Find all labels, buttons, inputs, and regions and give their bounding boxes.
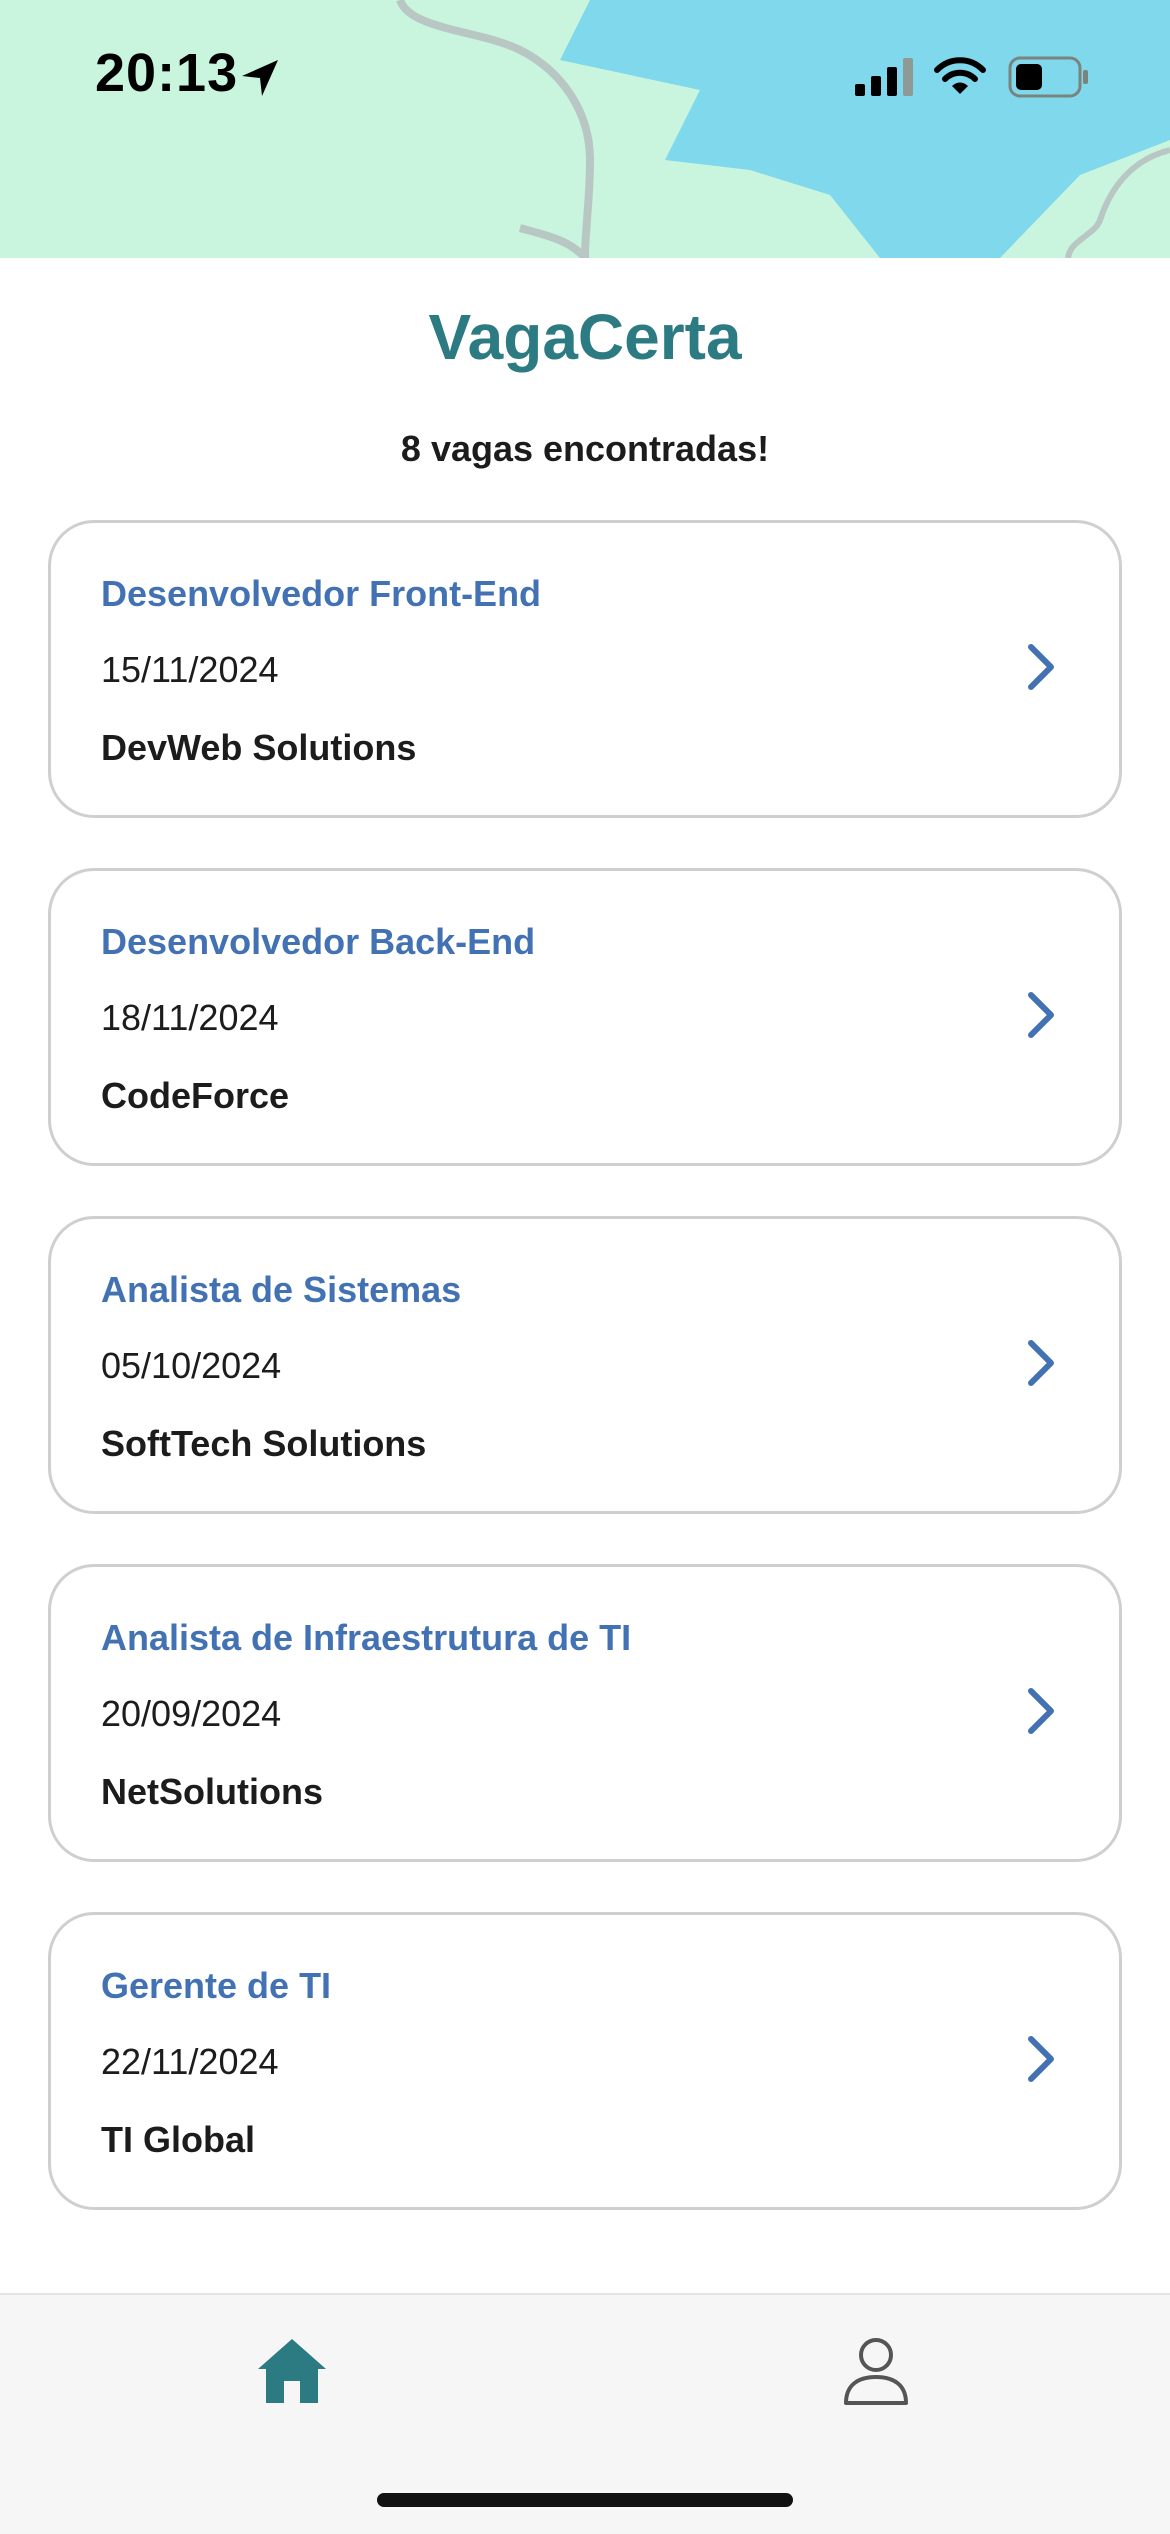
status-time: 20:13 xyxy=(95,43,239,103)
tab-bar xyxy=(0,2293,1170,2534)
job-title: Desenvolvedor Back-End xyxy=(101,921,536,962)
home-icon[interactable] xyxy=(256,2335,328,2407)
job-date: 20/09/2024 xyxy=(101,1693,282,1734)
job-list: Desenvolvedor Front-End 15/11/2024 DevWe… xyxy=(48,520,1122,2260)
job-company: NetSolutions xyxy=(101,1771,323,1812)
results-count: 8 vagas encontradas! xyxy=(400,428,770,469)
status-bar: 20:13 xyxy=(0,0,1170,258)
chevron-right-icon[interactable] xyxy=(1023,989,1059,1041)
job-date: 15/11/2024 xyxy=(101,649,279,690)
job-card[interactable]: Desenvolvedor Back-End 18/11/2024 CodeFo… xyxy=(48,868,1122,1166)
app-title: VagaCerta xyxy=(428,301,742,373)
job-date: 18/11/2024 xyxy=(101,997,279,1038)
chevron-right-icon[interactable] xyxy=(1023,1685,1059,1737)
job-card[interactable]: Desenvolvedor Front-End 15/11/2024 DevWe… xyxy=(48,520,1122,818)
job-card[interactable]: Gerente de TI 22/11/2024 TI Global xyxy=(48,1912,1122,2210)
job-title: Analista de Infraestrutura de TI xyxy=(101,1617,632,1658)
chevron-right-icon[interactable] xyxy=(1023,641,1059,693)
job-date: 22/11/2024 xyxy=(101,2041,279,2082)
cellular-signal-icon xyxy=(855,58,913,96)
map-background xyxy=(396,0,1170,258)
location-arrow-icon xyxy=(242,60,278,96)
wifi-icon xyxy=(934,57,986,94)
job-title: Gerente de TI xyxy=(101,1965,332,2006)
chevron-right-icon[interactable] xyxy=(1023,2033,1059,2085)
job-title: Analista de Sistemas xyxy=(101,1269,462,1310)
job-company: TI Global xyxy=(101,2119,256,2160)
chevron-right-icon[interactable] xyxy=(1023,1337,1059,1389)
battery-icon xyxy=(1008,56,1088,98)
job-card[interactable]: Analista de Sistemas 05/10/2024 SoftTech… xyxy=(48,1216,1122,1514)
job-company: DevWeb Solutions xyxy=(101,727,417,768)
home-indicator xyxy=(377,2493,793,2507)
job-company: SoftTech Solutions xyxy=(101,1423,427,1464)
job-company: CodeForce xyxy=(101,1075,290,1116)
job-date: 05/10/2024 xyxy=(101,1345,282,1386)
profile-icon[interactable] xyxy=(840,2335,912,2407)
job-card[interactable]: Analista de Infraestrutura de TI 20/09/2… xyxy=(48,1564,1122,1862)
job-title: Desenvolvedor Front-End xyxy=(101,573,542,614)
